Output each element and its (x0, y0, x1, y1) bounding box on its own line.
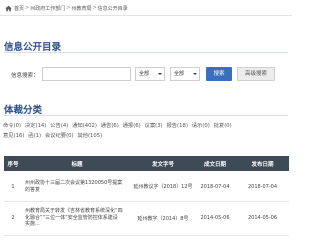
table-row: 2 州教育局关于转发《吉林省教育系统深化“四 化融合”“三位一体”安全监管防控体… (4, 201, 289, 235)
row-title-line: 的答复 (25, 186, 41, 193)
search-label: 信息搜索： (11, 73, 39, 79)
directory-title: 信息公开目录 (4, 42, 62, 53)
category-list: 命令(0) 决定(14) 公告(4) 通知(402) 通告(6) 通报(6) 议… (3, 121, 289, 141)
row-published-date: 2014-05-06 (247, 215, 278, 221)
breadcrumb-separator: > (92, 5, 97, 11)
breadcrumb: 首页 > 州政府工作部门 > 州教育局 > 信息公开目录 (5, 2, 128, 14)
categories-title-underline (4, 115, 288, 116)
row-title-line: 实施... (25, 221, 40, 228)
row-title-line: 化融合”“三位一体”安全监管防控体系建设 (25, 214, 118, 221)
category-link-other[interactable]: 其他(105) (77, 131, 102, 141)
row-doc-no: 延州教议字〔2018〕12号 (133, 184, 193, 190)
category-row: 命令(0) 决定(14) 公告(4) 通知(402) 通告(6) 通报(6) 议… (3, 121, 289, 131)
category-link-bulletin[interactable]: 通报(6) (123, 121, 141, 131)
row-written-date: 2014-05-06 (200, 215, 230, 221)
category-link-minutes[interactable]: 会议纪要(0) (45, 131, 74, 141)
category-link-proposal[interactable]: 议案(3) (145, 121, 163, 131)
column-header-title: 标题 (71, 161, 83, 168)
column-header-doc-no: 发文字号 (151, 161, 174, 168)
category-select-value: 全部 (139, 71, 150, 77)
category-link-report[interactable]: 报告(18) (166, 121, 187, 131)
row-divider (4, 235, 289, 236)
category-select[interactable]: 全部 (135, 67, 165, 81)
category-link-announcement[interactable]: 公告(4) (50, 121, 68, 131)
categories-title: 体裁分类 (4, 105, 43, 116)
search-button[interactable]: 搜索 (206, 67, 232, 81)
breadcrumb-home-link[interactable]: 首页 (14, 5, 24, 12)
home-icon[interactable] (5, 5, 12, 12)
category-link-notice[interactable]: 通知(402) (72, 121, 97, 131)
column-header-published-date: 发布日期 (251, 161, 274, 168)
search-input[interactable] (42, 67, 131, 81)
row-title-line: 州州政协十三届二次会议第1320050号提案 (25, 180, 123, 186)
row-doc-no: 延州教字〔2014〕8号 (137, 215, 189, 222)
column-header-index: 序号 (7, 161, 19, 168)
category-row: 意见(16) 函(1) 会议纪要(0) 其他(105) (3, 131, 289, 141)
breadcrumb-departments-link[interactable]: 州政府工作部门 (30, 5, 65, 12)
breadcrumb-separator: > (66, 5, 71, 11)
column-header-written-date: 成文日期 (203, 161, 226, 168)
row-published-date: 2018-07-04 (247, 183, 278, 190)
table-row: 1 州州政协十三届二次会议第1320050号提案 的答复 延州教议字〔2018〕… (4, 172, 289, 201)
chevron-down-icon (193, 73, 197, 75)
category-link-command[interactable]: 命令(0) (3, 121, 21, 131)
row-title-link[interactable]: 州州政协十三届二次会议第1320050号提案 的答复 (22, 180, 132, 193)
breadcrumb-education-bureau-link[interactable]: 州教育局 (71, 5, 91, 12)
category-link-reply[interactable]: 批复(0) (214, 121, 232, 131)
category-link-decision[interactable]: 决定(14) (25, 121, 46, 131)
breadcrumb-separator: > (25, 5, 30, 11)
row-title-line: 州教育局关于转发《吉林省教育系统深化“四 (25, 208, 123, 215)
table-header: 序号 标题 发文字号 成文日期 发布日期 (4, 156, 289, 171)
category-link-letter[interactable]: 函(1) (28, 131, 41, 141)
year-select[interactable]: 全部 (170, 67, 200, 81)
row-index: 1 (11, 183, 15, 190)
header-divider (0, 15, 292, 16)
breadcrumb-current: 信息公开目录 (97, 5, 128, 12)
directory-title-underline (4, 52, 288, 53)
advanced-search-button[interactable]: 高级搜索 (237, 67, 275, 81)
row-index: 2 (11, 215, 15, 221)
row-title-link[interactable]: 州教育局关于转发《吉林省教育系统深化“四 化融合”“三位一体”安全监管防控体系建… (22, 208, 132, 228)
category-link-opinion[interactable]: 意见(16) (3, 131, 24, 141)
category-link-request[interactable]: 请示(0) (192, 121, 210, 131)
year-select-value: 全部 (174, 71, 185, 77)
chevron-down-icon (158, 73, 162, 75)
category-link-circular[interactable]: 通告(6) (101, 121, 119, 131)
row-written-date: 2018-07-04 (200, 183, 230, 190)
